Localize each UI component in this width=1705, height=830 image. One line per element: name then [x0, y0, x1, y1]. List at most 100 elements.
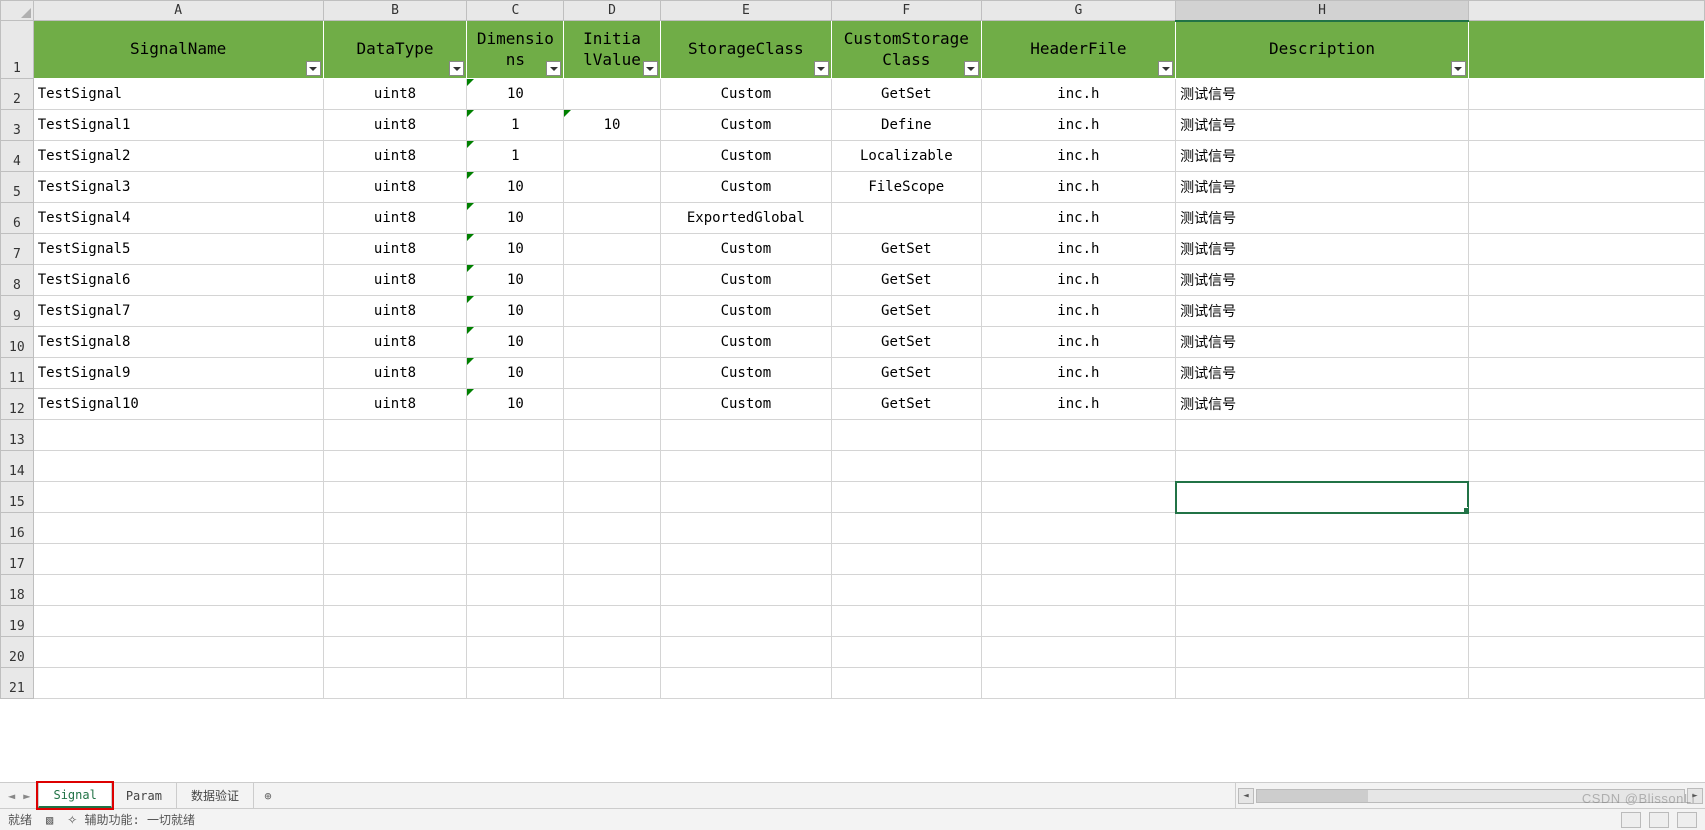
cell-E13[interactable] — [660, 420, 831, 451]
sheet-tab-Signal[interactable]: Signal — [38, 783, 111, 808]
cell-G12[interactable]: inc.h — [981, 389, 1175, 420]
cell-H1[interactable]: Description — [1176, 21, 1469, 79]
status-survey-icon[interactable]: ▧ — [46, 813, 53, 827]
cell-E18[interactable] — [660, 575, 831, 606]
cell-G14[interactable] — [981, 451, 1175, 482]
row-header[interactable]: 2 — [1, 79, 34, 110]
filter-button[interactable] — [1451, 61, 1466, 76]
cell-A20[interactable] — [33, 637, 323, 668]
cell-E8[interactable]: Custom — [660, 265, 831, 296]
cell-H21[interactable] — [1176, 668, 1469, 699]
cell-B7[interactable]: uint8 — [323, 234, 467, 265]
cell-H7[interactable]: 测试信号 — [1176, 234, 1469, 265]
cell-blank-3[interactable] — [1468, 110, 1704, 141]
cell-H2[interactable]: 测试信号 — [1176, 79, 1469, 110]
row-header[interactable]: 5 — [1, 172, 34, 203]
filter-button[interactable] — [306, 61, 321, 76]
cell-C13[interactable] — [467, 420, 564, 451]
row-header[interactable]: 21 — [1, 668, 34, 699]
row-header[interactable]: 14 — [1, 451, 34, 482]
tab-nav-prev-icon[interactable]: ◄ — [8, 789, 15, 803]
cell-C9[interactable]: 10 — [467, 296, 564, 327]
cell-C18[interactable] — [467, 575, 564, 606]
column-header-B[interactable]: B — [323, 1, 467, 21]
column-header-G[interactable]: G — [981, 1, 1175, 21]
cell-F1[interactable]: CustomStorage Class — [831, 21, 981, 79]
cell-blank-6[interactable] — [1468, 203, 1704, 234]
cell-F16[interactable] — [831, 513, 981, 544]
column-header-F[interactable]: F — [831, 1, 981, 21]
cell-blank-9[interactable] — [1468, 296, 1704, 327]
cell-B5[interactable]: uint8 — [323, 172, 467, 203]
cell-C1[interactable]: Dimensio ns — [467, 21, 564, 79]
cell-C3[interactable]: 1 — [467, 110, 564, 141]
cell-A10[interactable]: TestSignal8 — [33, 327, 323, 358]
cell-G10[interactable]: inc.h — [981, 327, 1175, 358]
row-header[interactable]: 17 — [1, 544, 34, 575]
view-pagebreak-button[interactable] — [1677, 812, 1697, 828]
cell-B6[interactable]: uint8 — [323, 203, 467, 234]
cell-H15[interactable] — [1176, 482, 1469, 513]
cell-G2[interactable]: inc.h — [981, 79, 1175, 110]
cell-A5[interactable]: TestSignal3 — [33, 172, 323, 203]
cell-E16[interactable] — [660, 513, 831, 544]
cell-C11[interactable]: 10 — [467, 358, 564, 389]
cell-D4[interactable] — [564, 141, 660, 172]
cell-C12[interactable]: 10 — [467, 389, 564, 420]
cell-B8[interactable]: uint8 — [323, 265, 467, 296]
column-header-E[interactable]: E — [660, 1, 831, 21]
cell-F2[interactable]: GetSet — [831, 79, 981, 110]
cell-F15[interactable] — [831, 482, 981, 513]
cell-F18[interactable] — [831, 575, 981, 606]
cell-A13[interactable] — [33, 420, 323, 451]
cell-E12[interactable]: Custom — [660, 389, 831, 420]
cell-C20[interactable] — [467, 637, 564, 668]
cell-B17[interactable] — [323, 544, 467, 575]
row-header[interactable]: 6 — [1, 203, 34, 234]
view-normal-button[interactable] — [1621, 812, 1641, 828]
cell-E11[interactable]: Custom — [660, 358, 831, 389]
cell-G16[interactable] — [981, 513, 1175, 544]
cell-D6[interactable] — [564, 203, 660, 234]
cell-G5[interactable]: inc.h — [981, 172, 1175, 203]
cell-blank-12[interactable] — [1468, 389, 1704, 420]
cell-G19[interactable] — [981, 606, 1175, 637]
cell-G1[interactable]: HeaderFile — [981, 21, 1175, 79]
cell-H17[interactable] — [1176, 544, 1469, 575]
cell-C16[interactable] — [467, 513, 564, 544]
cell-F10[interactable]: GetSet — [831, 327, 981, 358]
cell-D18[interactable] — [564, 575, 660, 606]
cell-G20[interactable] — [981, 637, 1175, 668]
row-header[interactable]: 7 — [1, 234, 34, 265]
cell-A18[interactable] — [33, 575, 323, 606]
cell-E17[interactable] — [660, 544, 831, 575]
cell-G21[interactable] — [981, 668, 1175, 699]
cell-F11[interactable]: GetSet — [831, 358, 981, 389]
cell-H14[interactable] — [1176, 451, 1469, 482]
filter-button[interactable] — [546, 61, 561, 76]
cell-A17[interactable] — [33, 544, 323, 575]
cell-A15[interactable] — [33, 482, 323, 513]
cell-E10[interactable]: Custom — [660, 327, 831, 358]
cell-E6[interactable]: ExportedGlobal — [660, 203, 831, 234]
cell-B16[interactable] — [323, 513, 467, 544]
cell-E19[interactable] — [660, 606, 831, 637]
cell-F4[interactable]: Localizable — [831, 141, 981, 172]
row-header[interactable]: 3 — [1, 110, 34, 141]
cell-D3[interactable]: 10 — [564, 110, 660, 141]
cell-H8[interactable]: 测试信号 — [1176, 265, 1469, 296]
cell-C15[interactable] — [467, 482, 564, 513]
cell-B10[interactable]: uint8 — [323, 327, 467, 358]
scroll-left-button[interactable]: ◄ — [1238, 788, 1254, 804]
cell-C8[interactable]: 10 — [467, 265, 564, 296]
column-header-D[interactable]: D — [564, 1, 660, 21]
cell-F8[interactable]: GetSet — [831, 265, 981, 296]
cell-G9[interactable]: inc.h — [981, 296, 1175, 327]
cell-D8[interactable] — [564, 265, 660, 296]
row-header[interactable]: 9 — [1, 296, 34, 327]
cell-C10[interactable]: 10 — [467, 327, 564, 358]
cell-G7[interactable]: inc.h — [981, 234, 1175, 265]
cell-B11[interactable]: uint8 — [323, 358, 467, 389]
cell-C14[interactable] — [467, 451, 564, 482]
cell-A16[interactable] — [33, 513, 323, 544]
